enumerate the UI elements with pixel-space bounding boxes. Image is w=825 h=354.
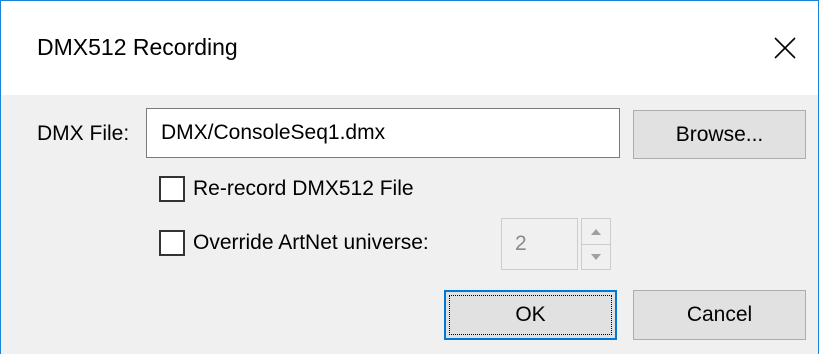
arrow-down-icon: [591, 253, 601, 260]
dmx512-recording-dialog: DMX512 Recording DMX File: Browse... Re-…: [0, 0, 819, 354]
override-universe-checkbox-row[interactable]: Override ArtNet universe:: [159, 229, 429, 257]
rerecord-checkbox[interactable]: [159, 176, 185, 202]
rerecord-checkbox-row[interactable]: Re-record DMX512 File: [159, 175, 414, 203]
title-bar: DMX512 Recording: [1, 1, 818, 95]
cancel-button[interactable]: Cancel: [633, 290, 806, 340]
close-button[interactable]: [752, 1, 818, 95]
browse-button[interactable]: Browse...: [633, 110, 806, 159]
close-x-icon: [774, 37, 796, 59]
universe-spinner[interactable]: [581, 218, 611, 270]
override-universe-checkbox[interactable]: [159, 230, 185, 256]
arrow-up-icon: [591, 228, 601, 235]
spin-down-button[interactable]: [582, 244, 610, 269]
rerecord-label: Re-record DMX512 File: [193, 177, 414, 200]
spin-up-button[interactable]: [582, 219, 610, 245]
universe-input[interactable]: [501, 218, 578, 270]
override-universe-label: Override ArtNet universe:: [193, 231, 429, 254]
dmx-file-label: DMX File:: [37, 122, 130, 145]
ok-button[interactable]: OK: [444, 290, 617, 340]
focus-rectangle: [449, 295, 612, 335]
dmx-file-input[interactable]: [146, 108, 620, 158]
window-title: DMX512 Recording: [37, 34, 238, 60]
